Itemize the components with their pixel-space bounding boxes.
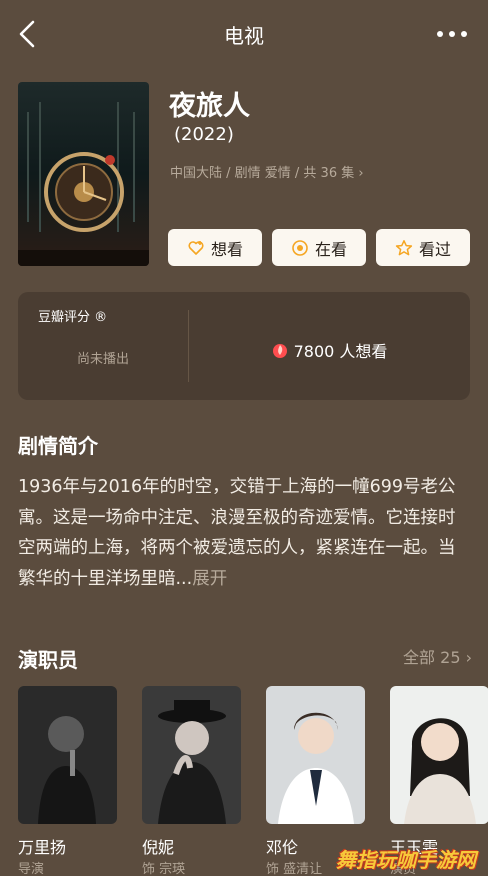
cast-photo — [390, 686, 488, 824]
show-meta[interactable]: 中国大陆 / 剧情 爱情 / 共 36 集 › — [170, 162, 364, 181]
want-count-text: 7800 人想看 — [293, 342, 388, 361]
cast-role: 导演 — [18, 862, 45, 876]
want-to-watch-label: 想看 — [210, 239, 243, 259]
synopsis-text: 1936年与2016年的时空，交错于上海的一幢699号老公寓。这是一场命中注定、… — [18, 472, 472, 594]
show-title: 夜旅人 — [169, 91, 250, 122]
more-options-icon[interactable] — [436, 24, 468, 44]
target-circle-icon — [292, 239, 308, 256]
cast-name: 万里扬 — [18, 838, 67, 857]
cast-all-label: 全部 25 — [403, 648, 461, 667]
want-count: 7800 人想看 — [189, 338, 470, 362]
cast-heading: 演职员 — [18, 648, 78, 672]
fire-icon — [272, 344, 287, 358]
page-title: 电视 — [224, 24, 264, 48]
cast-photo — [142, 686, 241, 824]
cast-member[interactable]: 万里扬 导演 — [18, 686, 117, 876]
show-year: (2022) — [174, 124, 234, 145]
cast-member[interactable]: 倪妮 饰 宗瑛 — [142, 686, 241, 876]
expand-link[interactable]: 展开 — [192, 569, 227, 589]
star-icon — [395, 239, 413, 255]
cast-photo — [18, 686, 117, 824]
poster-image[interactable] — [18, 82, 149, 266]
watched-button[interactable]: 看过 — [376, 229, 470, 266]
heart-plus-icon — [188, 240, 204, 255]
want-to-watch-button[interactable]: 想看 — [168, 229, 262, 266]
cast-name: 倪妮 — [142, 838, 175, 857]
cast-name: 邓伦 — [266, 838, 299, 857]
cast-role: 饰 盛清让 — [266, 862, 323, 876]
show-meta-text: 中国大陆 / 剧情 爱情 / 共 36 集 — [170, 166, 355, 181]
chevron-right-icon: › — [358, 166, 364, 181]
chevron-right-icon: › — [465, 648, 472, 667]
watching-button[interactable]: 在看 — [272, 229, 366, 266]
rating-card[interactable]: 豆瓣评分 ® 尚未播出 7800 人想看 — [18, 292, 470, 400]
synopsis-body: 1936年与2016年的时空，交错于上海的一幢699号老公寓。这是一场命中注定、… — [18, 477, 456, 589]
synopsis-heading: 剧情简介 — [18, 434, 98, 458]
rating-status: 尚未播出 — [76, 352, 129, 367]
douban-rating-label: 豆瓣评分 ® — [38, 310, 108, 325]
watched-label: 看过 — [418, 239, 451, 259]
watching-label: 在看 — [314, 239, 347, 259]
cast-photo — [266, 686, 365, 824]
cast-member[interactable]: 邓伦 饰 盛清让 — [266, 686, 365, 876]
top-bar: 电视 — [0, 0, 488, 68]
cast-member[interactable]: 王玉雯 演员 — [390, 686, 488, 876]
cast-all-link[interactable]: 全部 25 › — [403, 644, 472, 668]
cast-role: 饰 宗瑛 — [142, 862, 186, 876]
site-watermark: 舞指玩咖手游网 — [336, 848, 476, 872]
